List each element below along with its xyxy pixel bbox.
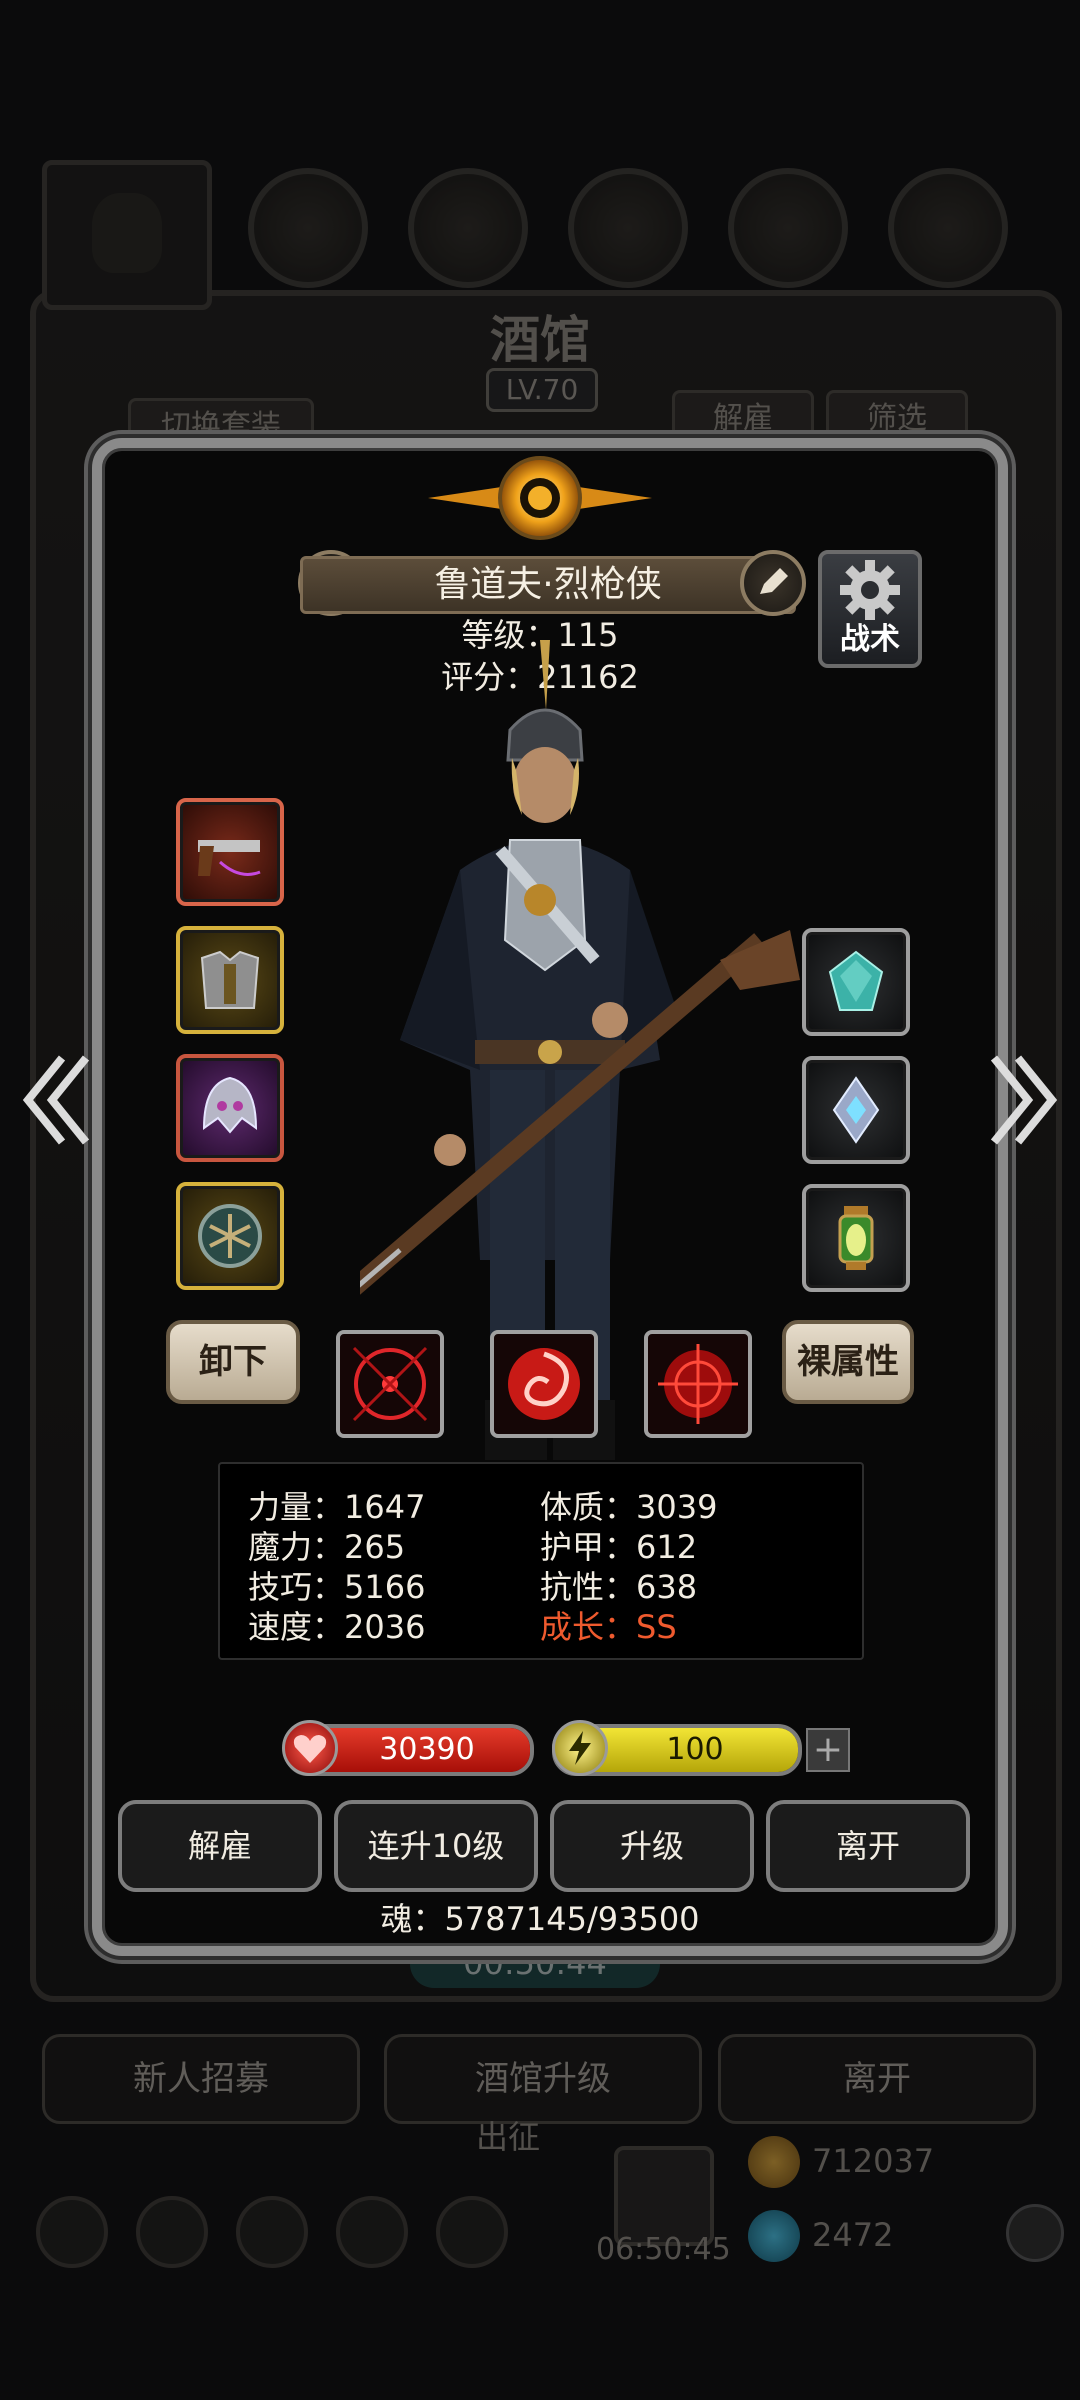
gold-coin-icon: [748, 2136, 800, 2188]
gem-icon: [748, 2210, 800, 2262]
settings-round-icon[interactable]: [1006, 2204, 1064, 2262]
amulet-slot[interactable]: [802, 1056, 910, 1164]
helmet-slot[interactable]: [176, 1054, 284, 1162]
menu-icon-4[interactable]: [728, 168, 848, 288]
bottom-icon-2[interactable]: [136, 2196, 208, 2268]
pistol-icon: [198, 840, 261, 876]
gem-amount: 2472: [812, 2216, 894, 2254]
expedition-label[interactable]: 出征: [476, 2112, 540, 2158]
gift-box-icon[interactable]: [614, 2146, 714, 2246]
tavern-upgrade-button[interactable]: 酒馆升级: [384, 2034, 702, 2124]
base-attributes-button[interactable]: 裸属性: [782, 1320, 914, 1404]
bottom-icon-4[interactable]: [336, 2196, 408, 2268]
shield-slot[interactable]: [176, 1182, 284, 1290]
menu-icon-2[interactable]: [408, 168, 528, 288]
skill-slot-3[interactable]: [644, 1330, 752, 1438]
bg-leave-button[interactable]: 离开: [718, 2034, 1036, 2124]
menu-icon-1[interactable]: [248, 168, 368, 288]
target-skill-icon: [658, 1344, 738, 1424]
gift-timer: 06:50:45: [596, 2232, 731, 2267]
tavern-level: LV.70: [486, 368, 598, 412]
armor-icon: [200, 950, 260, 1009]
gem-icon: [828, 950, 884, 1011]
lightning-icon: [552, 1720, 608, 1776]
gold-amount: 712037: [812, 2142, 935, 2180]
crosshair-skill-icon: [352, 1346, 428, 1422]
lantern-icon: [838, 1206, 874, 1270]
menu-icon-3[interactable]: [568, 168, 688, 288]
previous-hero-arrow-icon[interactable]: [14, 1040, 94, 1160]
vortex-skill-icon: [508, 1348, 580, 1420]
bottom-icon-3[interactable]: [236, 2196, 308, 2268]
heart-icon: [282, 1720, 338, 1776]
bottom-icon-5[interactable]: [436, 2196, 508, 2268]
rename-edit-icon[interactable]: [740, 550, 806, 616]
helmet-icon: [202, 1076, 258, 1134]
gem-slot[interactable]: [802, 928, 910, 1036]
sun-emblem-icon: [428, 456, 652, 540]
leave-button[interactable]: 离开: [766, 1800, 970, 1892]
level-up-10-button[interactable]: 连升10级: [334, 1800, 538, 1892]
weapon-slot[interactable]: [176, 798, 284, 906]
hero-name: 鲁道夫·烈枪侠: [300, 556, 796, 614]
stat-growth: 成长：SS: [540, 1608, 677, 1646]
menu-icon-5[interactable]: [888, 168, 1008, 288]
recruit-button[interactable]: 新人招募: [42, 2034, 360, 2124]
shield-icon: [198, 1204, 262, 1268]
lantern-slot[interactable]: [802, 1184, 910, 1292]
tavern-title: 酒馆: [490, 310, 590, 369]
soul-counter: 魂：5787145/93500: [380, 1900, 700, 1938]
unequip-button[interactable]: 卸下: [166, 1320, 300, 1404]
skill-slot-1[interactable]: [336, 1330, 444, 1438]
add-energy-button[interactable]: +: [806, 1728, 850, 1772]
next-hero-arrow-icon[interactable]: [986, 1040, 1066, 1160]
skill-slot-2[interactable]: [490, 1330, 598, 1438]
bottom-icon-1[interactable]: [36, 2196, 108, 2268]
stat-speed: 速度：2036: [248, 1608, 426, 1646]
dismiss-button[interactable]: 解雇: [118, 1800, 322, 1892]
upgrade-button[interactable]: 升级: [550, 1800, 754, 1892]
amulet-icon: [832, 1076, 880, 1144]
armor-slot[interactable]: [176, 926, 284, 1034]
player-avatar[interactable]: [42, 160, 212, 310]
